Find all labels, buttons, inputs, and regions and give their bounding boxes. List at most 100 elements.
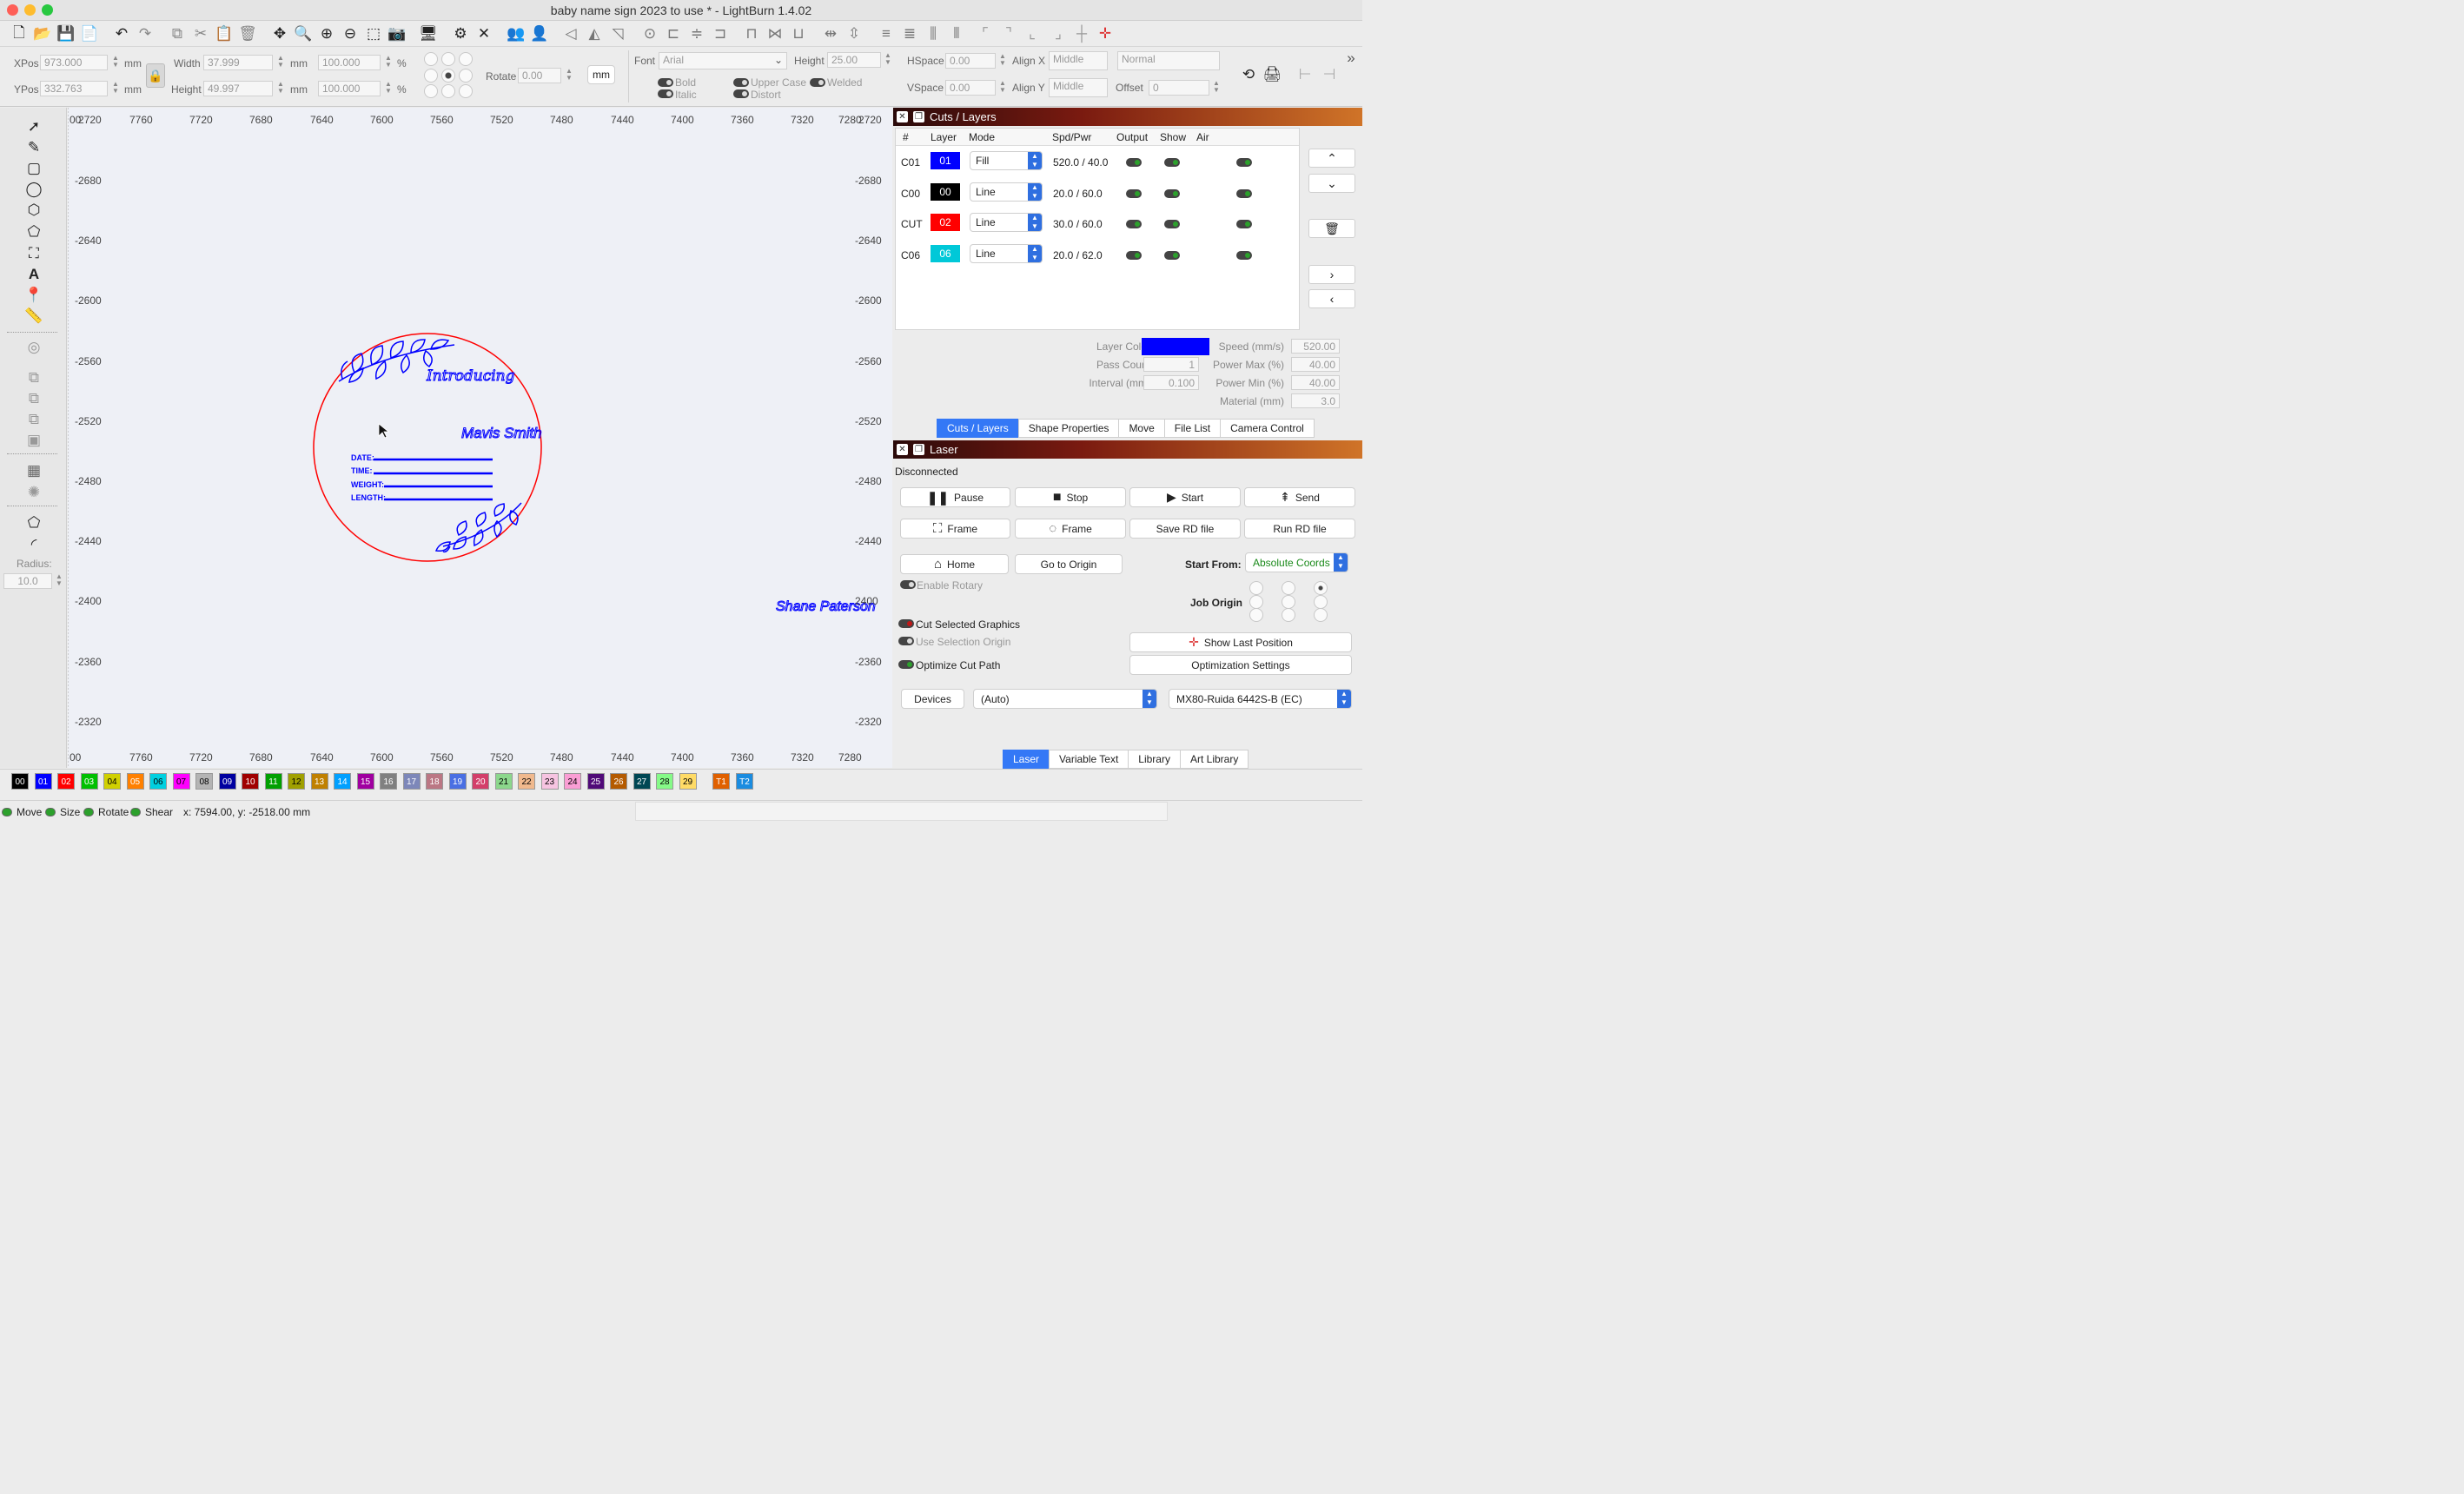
corner-tr-icon[interactable]: ⌝ — [998, 23, 1019, 44]
layer-mode-select[interactable]: Line ▲ ▼ — [970, 182, 1043, 202]
move-toggle[interactable] — [2, 808, 12, 816]
layer-show-toggle[interactable] — [1164, 188, 1180, 198]
distort-toggle[interactable] — [733, 89, 749, 98]
group-icon[interactable]: 👥 — [506, 23, 527, 44]
boolean-subtract-icon[interactable]: ⧉ — [23, 389, 45, 408]
hspace-stepper[interactable]: ▲ ▼ — [998, 53, 1007, 69]
center-icon[interactable]: ⊙ — [639, 23, 660, 44]
radius-input[interactable] — [3, 573, 52, 589]
text-tool-icon[interactable]: A — [23, 265, 45, 284]
palette-swatch-10[interactable]: 10 — [242, 773, 259, 790]
boolean-intersect-icon[interactable]: ⧉ — [23, 410, 45, 429]
layer-row[interactable]: C06 06 Line ▲ ▼ 20.0 / 62.0 — [896, 240, 1299, 269]
move-layer-down-button[interactable]: ⌄ — [1308, 174, 1355, 193]
palette-swatch-28[interactable]: 28 — [656, 773, 673, 790]
weld-icon[interactable]: ▣ — [23, 431, 45, 450]
alignx-select[interactable]: Middle — [1049, 51, 1108, 70]
ypos-stepper[interactable]: ▲ ▼ — [111, 81, 120, 96]
pass-count-input[interactable]: 1 — [1143, 357, 1199, 372]
date-field-label[interactable]: DATE: — [351, 453, 374, 462]
layer-show-toggle[interactable] — [1164, 220, 1180, 228]
enable-rotary-toggle[interactable] — [900, 580, 916, 589]
send-button[interactable]: ⇞ Send — [1244, 487, 1355, 507]
palette-swatch-18[interactable]: 18 — [426, 773, 443, 790]
move-icon[interactable]: ✥ — [269, 23, 290, 44]
paste-icon[interactable]: 📋 — [214, 23, 235, 44]
palette-swatch-27[interactable]: 27 — [633, 773, 651, 790]
introducing-text[interactable]: Introducing — [426, 367, 516, 386]
close-icon[interactable]: ✕ — [897, 444, 908, 455]
tab-cuts-layers[interactable]: Cuts / Layers — [937, 419, 1019, 438]
expand-toolbar-icon[interactable]: » — [1341, 48, 1361, 69]
layer-mode-select[interactable]: Line ▲ ▼ — [970, 213, 1043, 232]
palette-swatch-03[interactable]: 03 — [80, 773, 98, 790]
layer-row[interactable]: C01 01 Fill ▲ ▼ 520.0 / 40.0 — [896, 147, 1299, 176]
stop-button[interactable]: ■ Stop — [1015, 487, 1126, 507]
palette-swatch-14[interactable]: 14 — [334, 773, 351, 790]
speed-input[interactable]: 520.00 — [1291, 339, 1340, 354]
device-select[interactable]: MX80-Ruida 6442S-B (EC) ▲ ▼ — [1169, 689, 1352, 709]
palette-swatch-09[interactable]: 09 — [218, 773, 236, 790]
rotate-stepper[interactable]: ▲ ▼ — [565, 68, 573, 83]
time-field-label[interactable]: TIME: — [351, 466, 373, 475]
boolean-union-icon[interactable]: ⧉ — [23, 368, 45, 387]
palette-swatch-T2[interactable]: T2 — [736, 773, 753, 790]
origin-bc-radio[interactable] — [1282, 608, 1295, 622]
layer-output-toggle[interactable] — [1126, 158, 1142, 167]
distribute-h-icon[interactable]: ⇹ — [820, 23, 841, 44]
interval-input[interactable]: 0.100 — [1143, 375, 1199, 390]
prev-layer-button[interactable]: ‹ — [1308, 289, 1355, 308]
palette-swatch-00[interactable]: 00 — [11, 773, 29, 790]
palette-swatch-19[interactable]: 19 — [448, 773, 467, 790]
origin-tl-radio[interactable] — [1249, 581, 1263, 595]
weight-field-label[interactable]: WEIGHT: — [351, 480, 384, 489]
origin-mr-radio[interactable] — [1314, 595, 1328, 609]
power-max-input[interactable]: 40.00 — [1291, 357, 1340, 372]
palette-swatch-13[interactable]: 13 — [310, 773, 328, 790]
show-last-position-button[interactable]: ✛ Show Last Position — [1129, 632, 1352, 652]
layer-swatch[interactable]: 00 — [931, 182, 960, 201]
anchor-ml-radio[interactable] — [424, 69, 438, 83]
text-style-select[interactable]: Normal — [1117, 51, 1220, 70]
distribute-icon[interactable]: ⊢ — [1295, 64, 1315, 85]
scale-y-input[interactable] — [318, 81, 381, 96]
delete-layer-icon[interactable]: 🗑 — [1308, 219, 1355, 238]
fillet-icon[interactable]: ⬠ — [23, 513, 45, 532]
port-select[interactable]: (Auto) ▲ ▼ — [973, 689, 1157, 709]
ungroup-icon[interactable]: 👤 — [529, 23, 550, 44]
scale-y-stepper[interactable]: ▲ ▼ — [384, 81, 393, 96]
radius-stepper[interactable]: ▲ ▼ — [55, 573, 63, 589]
design-canvas[interactable]: Introducing Mavis Smith DATE: TIME: WEIG… — [68, 108, 892, 768]
length-field-label[interactable]: LENGTH: — [351, 493, 386, 502]
palette-swatch-15[interactable]: 15 — [356, 773, 374, 790]
unit-toggle-button[interactable]: mm — [587, 65, 615, 84]
palette-swatch-06[interactable]: 06 — [149, 773, 167, 790]
palette-swatch-12[interactable]: 12 — [288, 773, 305, 790]
palette-swatch-02[interactable]: 02 — [57, 773, 75, 790]
corner-tl-icon[interactable]: ⌜ — [975, 23, 996, 44]
pause-button[interactable]: ❚❚ Pause — [900, 487, 1010, 507]
rectangle-tool-icon[interactable]: ▢ — [23, 159, 45, 178]
tab-laser[interactable]: Laser — [1003, 750, 1050, 769]
origin-bl-radio[interactable] — [1249, 608, 1263, 622]
anchor-bl-radio[interactable] — [424, 84, 438, 98]
layer-row[interactable]: C00 00 Line ▲ ▼ 20.0 / 60.0 — [896, 178, 1299, 208]
make-same-height-icon[interactable]: ⫴ — [946, 23, 967, 44]
origin-center-radio[interactable] — [1282, 595, 1295, 609]
undock-icon[interactable]: ❐ — [913, 111, 924, 122]
palette-swatch-08[interactable]: 08 — [195, 773, 213, 790]
palette-swatch-11[interactable]: 11 — [264, 773, 282, 790]
cut-icon[interactable]: ✂ — [190, 23, 211, 44]
marker-icon[interactable]: 📍 — [23, 286, 45, 305]
import-icon[interactable]: 📄 — [79, 23, 100, 44]
lock-icon[interactable]: 🔒 — [146, 63, 165, 88]
printer-icon[interactable]: 🖨 — [1262, 64, 1282, 85]
font-height-stepper[interactable]: ▲ ▼ — [884, 52, 892, 68]
xpos-input[interactable] — [40, 55, 108, 70]
tab-variable-text[interactable]: Variable Text — [1049, 750, 1129, 769]
palette-swatch-24[interactable]: 24 — [564, 773, 581, 790]
palette-swatch-04[interactable]: 04 — [103, 773, 121, 790]
palette-swatch-20[interactable]: 20 — [472, 773, 489, 790]
layer-row[interactable]: CUT 02 Line ▲ ▼ 30.0 / 60.0 — [896, 208, 1299, 238]
layer-output-toggle[interactable] — [1126, 250, 1142, 260]
